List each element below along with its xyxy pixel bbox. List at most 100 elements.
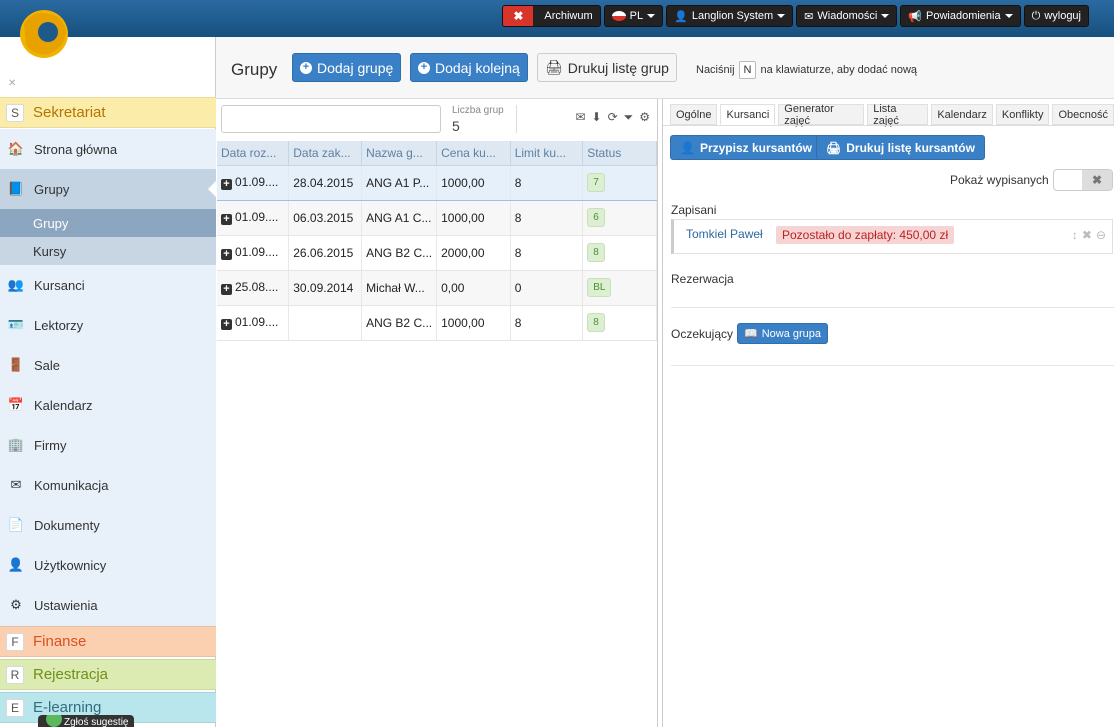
tabs-underline <box>663 125 1114 126</box>
refresh-icon[interactable]: ⟳ <box>608 110 618 125</box>
close-icon[interactable]: ✖ <box>1082 228 1092 242</box>
show-unsubscribed-toggle[interactable]: ✖ <box>1053 169 1113 191</box>
assign-students-button[interactable]: 👤 Przypisz kursantów <box>670 135 822 160</box>
sidebar-item-settings[interactable]: ⚙ Ustawienia <box>0 585 216 625</box>
status-badge: 8 <box>587 313 605 332</box>
student-name-link[interactable]: Tomkiel Paweł <box>686 227 763 241</box>
sidebar-item-rooms[interactable]: 🚪 Sale <box>0 345 216 385</box>
sidebar-item-teachers[interactable]: 🪪 Lektorzy <box>0 305 216 345</box>
logout-button[interactable]: ⏻ wyloguj <box>1023 5 1089 27</box>
new-group-button[interactable]: 📖 Nowa grupa <box>737 323 829 344</box>
cell-status: 6 <box>582 200 657 236</box>
tab-attendance[interactable]: Obecność <box>1052 104 1114 125</box>
column-header[interactable]: Cena ku... <box>436 141 511 166</box>
print-groups-label: Drukuj listę grup <box>567 59 669 76</box>
pin-icon[interactable]: ✕ <box>8 78 16 89</box>
tab-conflicts[interactable]: Konflikty <box>995 104 1050 125</box>
groups-list-panel: Liczba grup 5 ✉ ⬇ ⟳ ⏷ ⚙ Data roz... Data… <box>216 99 658 727</box>
tab-general[interactable]: Ogólne <box>670 104 718 125</box>
door-icon: 🚪 <box>7 357 25 372</box>
notifications-dropdown[interactable]: 📢 Powiadomienia <box>900 5 1021 27</box>
search-input[interactable] <box>221 105 441 133</box>
expand-icon[interactable]: + <box>221 214 232 225</box>
add-next-button[interactable]: + Dodaj kolejną <box>410 53 528 82</box>
cell-price: 2000,00 <box>436 235 511 271</box>
plus-circle-icon: + <box>300 61 312 74</box>
sidebar-subitem-courses[interactable]: Kursy <box>0 237 216 265</box>
sidebar-item-students[interactable]: 👥 Kursanci <box>0 265 216 305</box>
tab-class-generator[interactable]: Generator zajęć <box>778 103 865 127</box>
column-header[interactable]: Data zak... <box>288 141 363 166</box>
cell-text: 01.09.... <box>235 315 279 329</box>
sidebar-item-companies[interactable]: 🏢 Firmy <box>0 425 216 465</box>
cell-end: 06.03.2015 <box>288 200 363 236</box>
table-row[interactable]: +01.09.... 28.04.2015 ANG A1 P... 1000,0… <box>217 165 657 201</box>
detail-tabs: Ogólne Kursanci Generator zajęć Lista za… <box>670 103 1114 127</box>
gear-icon[interactable]: ⚙ <box>639 110 650 125</box>
tab-students[interactable]: Kursanci <box>720 104 776 125</box>
assign-students-label: Przypisz kursantów <box>699 140 812 155</box>
section-secretariat[interactable]: S Sekretariat <box>0 97 216 128</box>
cell-end: 30.09.2014 <box>288 270 363 306</box>
column-header[interactable]: Limit ku... <box>510 141 584 166</box>
sidebar-item-calendar[interactable]: 📅 Kalendarz <box>0 385 216 425</box>
download-icon[interactable]: ⬇ <box>592 110 602 125</box>
expand-icon[interactable]: + <box>221 179 232 190</box>
column-header[interactable]: Status <box>582 141 657 166</box>
move-icon[interactable]: ↕ <box>1072 228 1078 242</box>
archive-label: Archiwum <box>544 10 593 22</box>
sidebar-subitem-groups[interactable]: Grupy <box>0 209 216 237</box>
minus-circle-icon[interactable]: ⊖ <box>1096 228 1106 242</box>
app-logo[interactable]: LangLion <box>14 4 204 67</box>
cell-text: 25.08.... <box>235 280 279 294</box>
sidebar: ✕ S Sekretariat 🏠 Strona główna 📘 Grupy Gr… <box>0 37 216 727</box>
messages-dropdown[interactable]: ✉ Wiadomości <box>796 5 898 27</box>
cell-name: ANG B2 C... <box>361 235 438 271</box>
student-row[interactable]: Tomkiel Paweł Pozostało do zapłaty: 450,… <box>671 219 1113 254</box>
expand-icon[interactable]: + <box>221 284 232 295</box>
gear-icon: ⚙ <box>10 597 22 612</box>
add-group-button[interactable]: + Dodaj grupę <box>292 53 402 82</box>
section-registration[interactable]: R Rejestracja <box>0 659 216 690</box>
sidebar-item-communication[interactable]: ✉ Komunikacja <box>0 465 216 505</box>
table-row[interactable]: +01.09.... 06.03.2015 ANG A1 C... 1000,0… <box>217 200 657 236</box>
sidebar-item-home[interactable]: 🏠 Strona główna <box>0 129 216 169</box>
sidebar-item-label: Użytkownicy <box>34 557 107 573</box>
cell-status: 7 <box>582 165 657 201</box>
system-dropdown[interactable]: 👤 Langlion System <box>666 5 794 27</box>
print-students-button[interactable]: 🖨 Drukuj listę kursantów <box>816 135 985 160</box>
sidebar-item-groups[interactable]: 📘 Grupy <box>0 169 216 209</box>
suggest-button[interactable]: Zgłoś sugestię <box>38 715 135 727</box>
sidebar-item-users[interactable]: 👤 Użytkownicy <box>0 545 216 585</box>
sidebar-nav: 🏠 Strona główna 📘 Grupy Grupy Kursy 👥 Kursa… <box>0 129 216 626</box>
hint-key: N <box>738 61 757 79</box>
users-icon: 👥 <box>7 277 25 292</box>
cell-text: 01.09.... <box>235 175 279 189</box>
calendar-icon: 📅 <box>7 397 25 412</box>
envelope-icon[interactable]: ✉ <box>575 110 585 125</box>
section-finance[interactable]: F Finanse <box>0 626 216 657</box>
sidebar-item-label: Kursanci <box>34 277 85 293</box>
column-header[interactable]: Nazwa g... <box>361 141 438 166</box>
table-row[interactable]: +01.09.... ANG B2 C... 1000,00 8 8 <box>217 305 657 341</box>
section-letter: S <box>6 103 24 122</box>
expand-icon[interactable]: + <box>221 319 232 330</box>
archive-button[interactable]: ✖ Archiwum <box>502 5 601 27</box>
show-unsubscribed-label: Pokaż wypisanych <box>950 173 1049 187</box>
sidebar-item-documents[interactable]: 📄 Dokumenty <box>0 505 216 545</box>
print-groups-button[interactable]: 🖨 Drukuj listę grup <box>537 53 677 82</box>
sidebar-item-label: Grupy <box>34 181 70 197</box>
cell-name: ANG A1 P... <box>361 165 438 201</box>
table-row[interactable]: +25.08.... 30.09.2014 Michał W... 0,00 0… <box>217 270 657 306</box>
expand-icon[interactable]: + <box>221 249 232 260</box>
top-toolbar: ✖ Archiwum PL 👤 Langlion System ✉ Wiadom… <box>502 5 1089 27</box>
language-dropdown[interactable]: PL <box>603 5 664 27</box>
cell-name: ANG A1 C... <box>361 200 438 236</box>
column-header[interactable]: Data roz... <box>217 141 290 166</box>
tab-calendar[interactable]: Kalendarz <box>931 104 993 125</box>
table-row[interactable]: +01.09.... 26.06.2015 ANG B2 C... 2000,0… <box>217 235 657 271</box>
section-letter: E <box>6 698 24 717</box>
tab-class-list[interactable]: Lista zajęć <box>867 103 929 127</box>
filter-icon[interactable]: ⏷ <box>624 110 634 125</box>
language-label: PL <box>629 10 644 22</box>
